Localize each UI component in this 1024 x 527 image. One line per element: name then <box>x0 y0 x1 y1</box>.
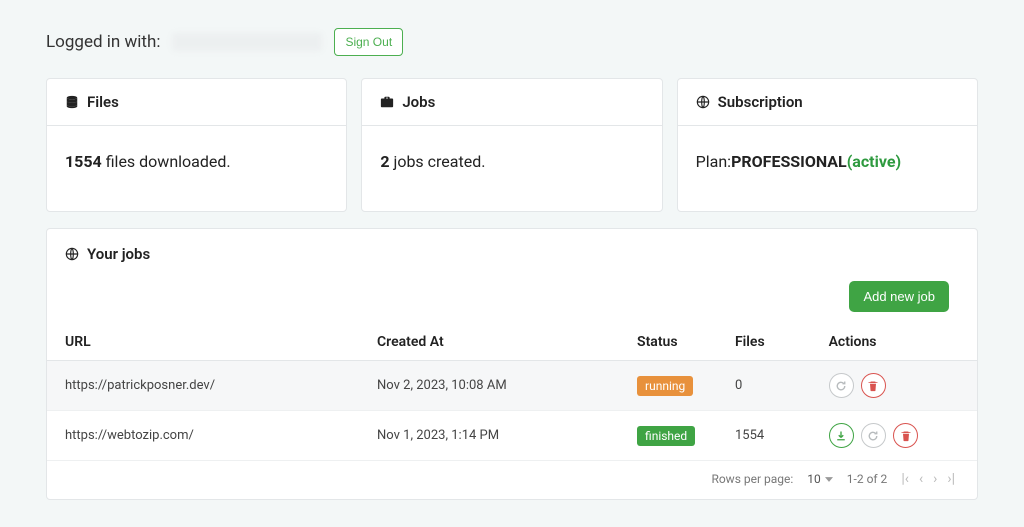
jobs-count: 2 <box>380 152 389 171</box>
plan-status: (active) <box>847 152 901 171</box>
briefcase-icon <box>380 95 394 109</box>
jobs-panel: Your jobs Add new job URL Created At Sta… <box>46 228 978 500</box>
table-row[interactable]: https://webtozip.com/ Nov 1, 2023, 1:14 … <box>47 411 977 461</box>
files-count: 1554 <box>65 152 102 171</box>
page-prev-button[interactable]: ‹ <box>919 471 923 487</box>
rows-per-page-label: Rows per page: <box>711 472 793 486</box>
files-card-title: Files <box>87 93 119 111</box>
col-created: Created At <box>359 324 619 361</box>
page-last-button[interactable]: ›| <box>947 471 955 487</box>
col-status: Status <box>619 324 717 361</box>
plan-name: PROFESSIONAL <box>731 152 847 171</box>
jobs-card: Jobs 2 jobs created. <box>361 78 662 212</box>
col-actions: Actions <box>811 324 977 361</box>
jobs-card-title: Jobs <box>402 93 435 111</box>
sign-out-button[interactable]: Sign Out <box>334 28 403 56</box>
cell-created: Nov 1, 2023, 1:14 PM <box>359 411 619 461</box>
status-badge: running <box>637 376 693 396</box>
files-suffix: files downloaded. <box>102 152 231 171</box>
col-files: Files <box>717 324 811 361</box>
rows-per-page-select[interactable]: 10 <box>807 472 833 486</box>
cell-created: Nov 2, 2023, 10:08 AM <box>359 361 619 411</box>
cell-files: 1554 <box>717 411 811 461</box>
cell-url: https://webtozip.com/ <box>47 411 359 461</box>
refresh-button[interactable] <box>829 373 854 398</box>
delete-button[interactable] <box>861 373 886 398</box>
pagination-range: 1-2 of 2 <box>847 472 888 486</box>
chevron-down-icon <box>825 477 833 482</box>
subscription-card: Subscription Plan:PROFESSIONAL(active) <box>677 78 978 212</box>
delete-button[interactable] <box>893 423 918 448</box>
database-icon <box>65 95 79 109</box>
download-button[interactable] <box>829 423 854 448</box>
status-badge: finished <box>637 426 695 446</box>
subscription-card-title: Subscription <box>718 93 803 111</box>
jobs-table: URL Created At Status Files Actions http… <box>47 324 977 461</box>
page-next-button[interactable]: › <box>933 471 937 487</box>
add-new-job-button[interactable]: Add new job <box>849 281 949 312</box>
globe-icon <box>65 247 79 261</box>
refresh-button[interactable] <box>861 423 886 448</box>
globe-icon <box>696 95 710 109</box>
table-row[interactable]: https://patrickposner.dev/ Nov 2, 2023, … <box>47 361 977 411</box>
cell-files: 0 <box>717 361 811 411</box>
plan-label: Plan: <box>696 152 731 171</box>
logged-in-label: Logged in with: <box>46 32 160 52</box>
rows-per-page-value: 10 <box>807 472 821 486</box>
page-first-button[interactable]: |‹ <box>901 471 909 487</box>
jobs-panel-title: Your jobs <box>87 245 150 263</box>
logged-in-email <box>172 33 322 51</box>
pagination: Rows per page: 10 1-2 of 2 |‹ ‹ › ›| <box>47 461 977 499</box>
cell-url: https://patrickposner.dev/ <box>47 361 359 411</box>
col-url: URL <box>47 324 359 361</box>
jobs-suffix: jobs created. <box>390 152 486 171</box>
files-card: Files 1554 files downloaded. <box>46 78 347 212</box>
